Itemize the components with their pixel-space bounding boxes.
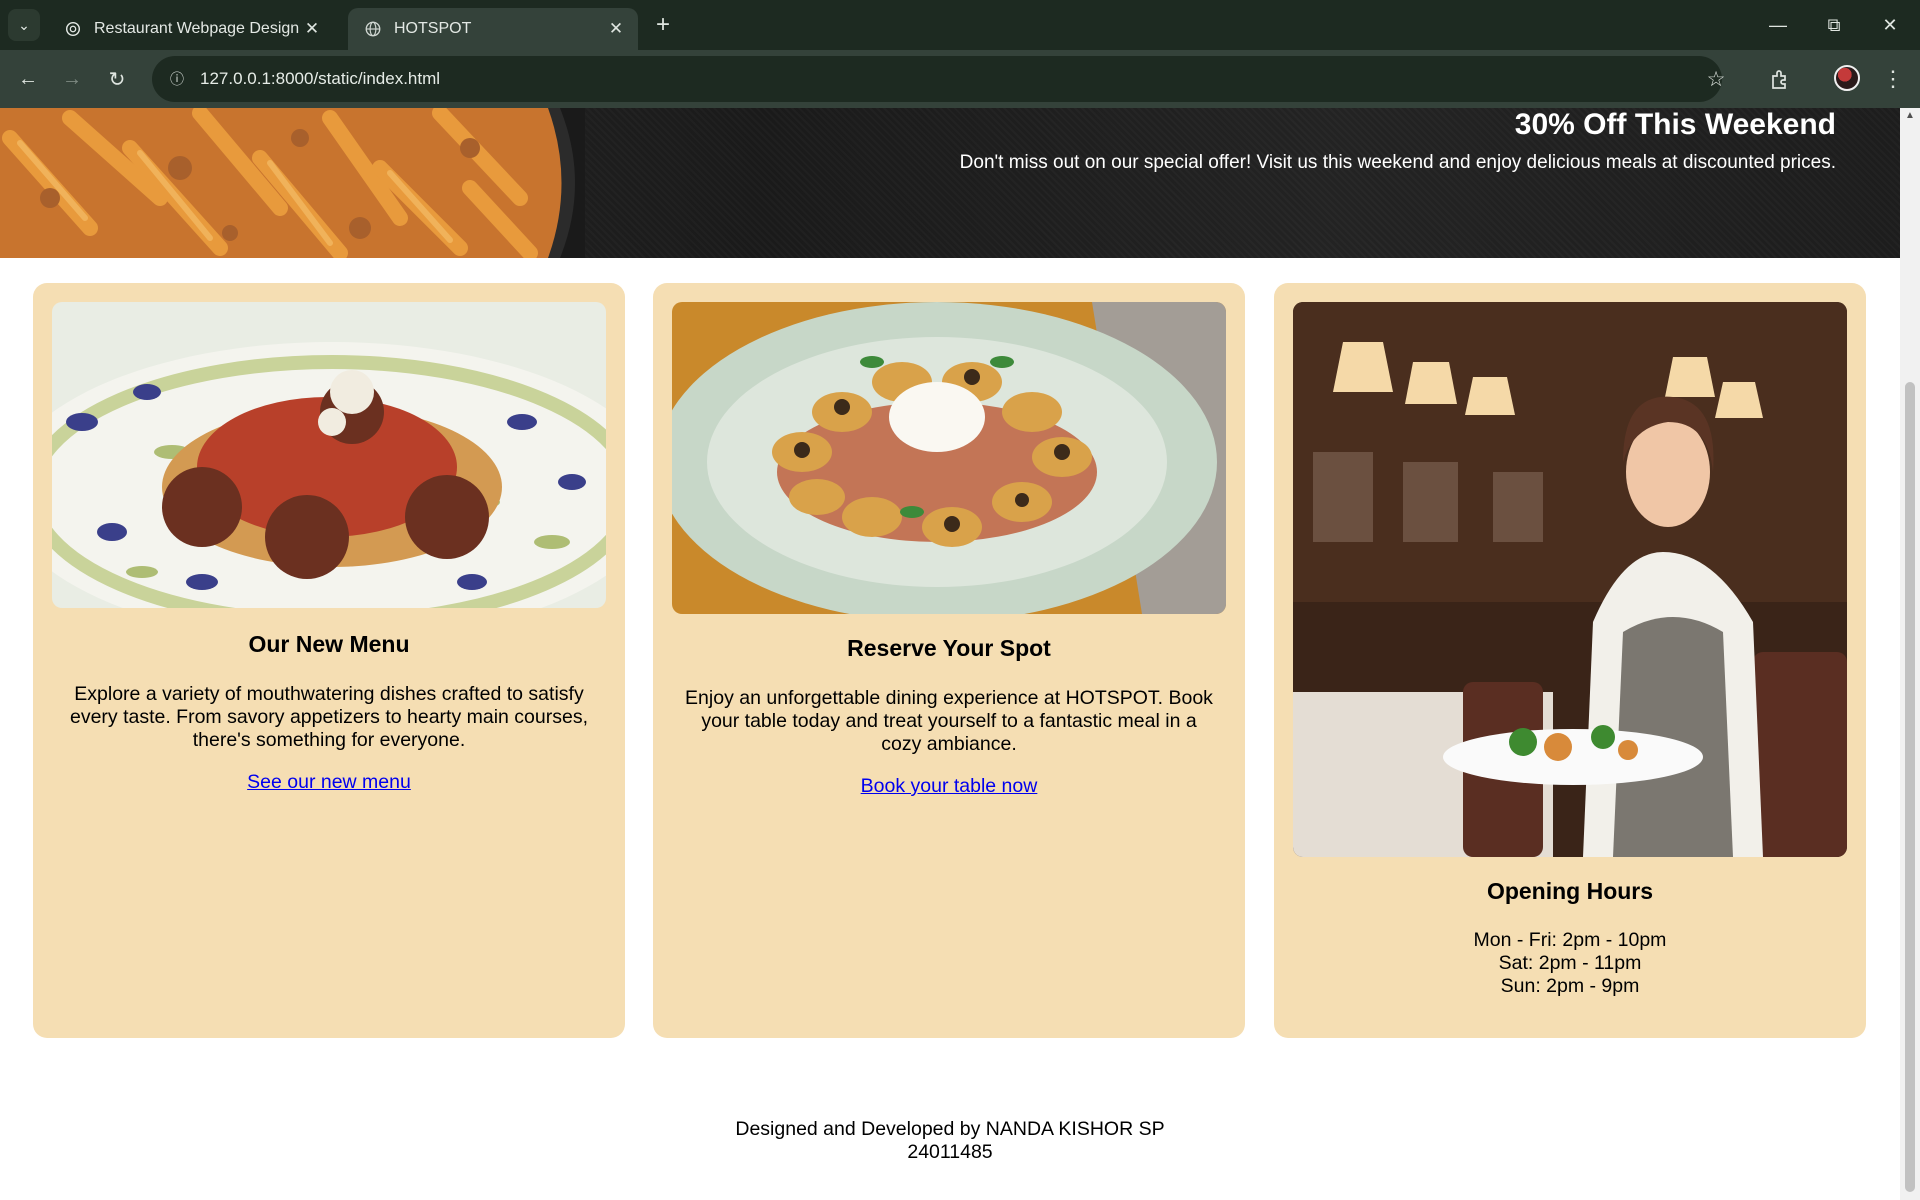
promo-title: 30% Off This Weekend [1514,108,1836,141]
footer-credit: Designed and Developed by NANDA KISHOR S… [735,1118,1165,1140]
scroll-thumb[interactable] [1905,382,1915,1192]
card-title: Opening Hours [1486,878,1654,904]
card-title: Reserve Your Spot [847,635,1051,661]
card-description: Explore a variety of mouthwatering dishe… [69,683,589,751]
chatgpt-favicon-icon [65,21,81,37]
spaghetti-meatballs-image [52,302,606,608]
tab-title: HOTSPOT [394,20,472,37]
hours-list: Mon - Fri: 2pm - 10pm Sat: 2pm - 11pm Su… [1274,929,1866,998]
vertical-scrollbar[interactable]: ▲ [1900,108,1920,1200]
reload-icon[interactable]: ↻ [101,63,133,95]
see-menu-link[interactable]: See our new menu [33,771,625,794]
book-table-link[interactable]: Book your table now [653,775,1245,798]
tab-hotspot[interactable]: HOTSPOT ✕ [348,8,638,50]
tab-restaurant-webpage-design[interactable]: Restaurant Webpage Design ✕ [48,8,334,50]
waitress-image [1293,302,1847,857]
extensions-icon [1772,70,1786,89]
card-new-menu: Our New Menu Explore a variety of mouthw… [33,283,625,1038]
page-viewport: 30% Off This Weekend Don't miss out on o… [0,108,1900,1200]
card-title: Our New Menu [248,631,410,657]
promo-text: Don't miss out on our special offer! Vis… [959,152,1836,173]
hours-sunday: Sun: 2pm - 9pm [1500,975,1640,997]
minimize-icon[interactable]: — [1750,0,1806,50]
pasta-image [0,108,585,258]
extensions-icon[interactable] [1764,63,1796,95]
tab-search-icon[interactable]: ⌄ [8,9,40,41]
dumplings-dish-image [672,302,1226,614]
close-icon[interactable]: ✕ [302,19,322,39]
avatar[interactable] [1834,65,1860,91]
site-info-icon[interactable]: ⓘ [164,66,190,92]
kebab-menu-icon[interactable]: ⋮ [1878,63,1908,95]
promo-banner: 30% Off This Weekend Don't miss out on o… [0,108,1900,258]
browser-toolbar: ← → ↻ ⓘ 127.0.0.1:8000/static/index.html… [0,50,1920,108]
tab-strip: ⌄ Restaurant Webpage Design ✕ HOTSPOT ✕ … [0,0,1920,50]
scroll-up-icon[interactable]: ▲ [1900,110,1920,126]
footer: Designed and Developed by NANDA KISHOR S… [0,1118,1900,1164]
back-icon[interactable]: ← [12,63,44,95]
hours-weekdays: Mon - Fri: 2pm - 10pm [1473,929,1667,951]
forward-icon[interactable]: → [56,63,88,95]
card-description: Enjoy an unforgettable dining experience… [685,687,1213,755]
globe-favicon-icon [365,21,381,37]
footer-id: 24011485 [907,1141,993,1163]
card-reserve-spot: Reserve Your Spot Enjoy an unforgettable… [653,283,1245,1038]
address-bar[interactable]: ⓘ 127.0.0.1:8000/static/index.html [152,56,1722,102]
hours-saturday: Sat: 2pm - 11pm [1498,952,1642,974]
url-text[interactable]: 127.0.0.1:8000/static/index.html [200,69,440,89]
close-icon[interactable]: ✕ [606,19,626,39]
star-icon[interactable]: ☆ [1700,63,1732,95]
card-opening-hours: Opening Hours Mon - Fri: 2pm - 10pm Sat:… [1274,283,1866,1038]
tab-title: Restaurant Webpage Design [94,20,300,37]
close-icon[interactable]: ✕ [1862,0,1918,50]
plus-icon[interactable]: + [650,12,676,38]
restore-icon[interactable]: ⧉ [1806,0,1862,50]
